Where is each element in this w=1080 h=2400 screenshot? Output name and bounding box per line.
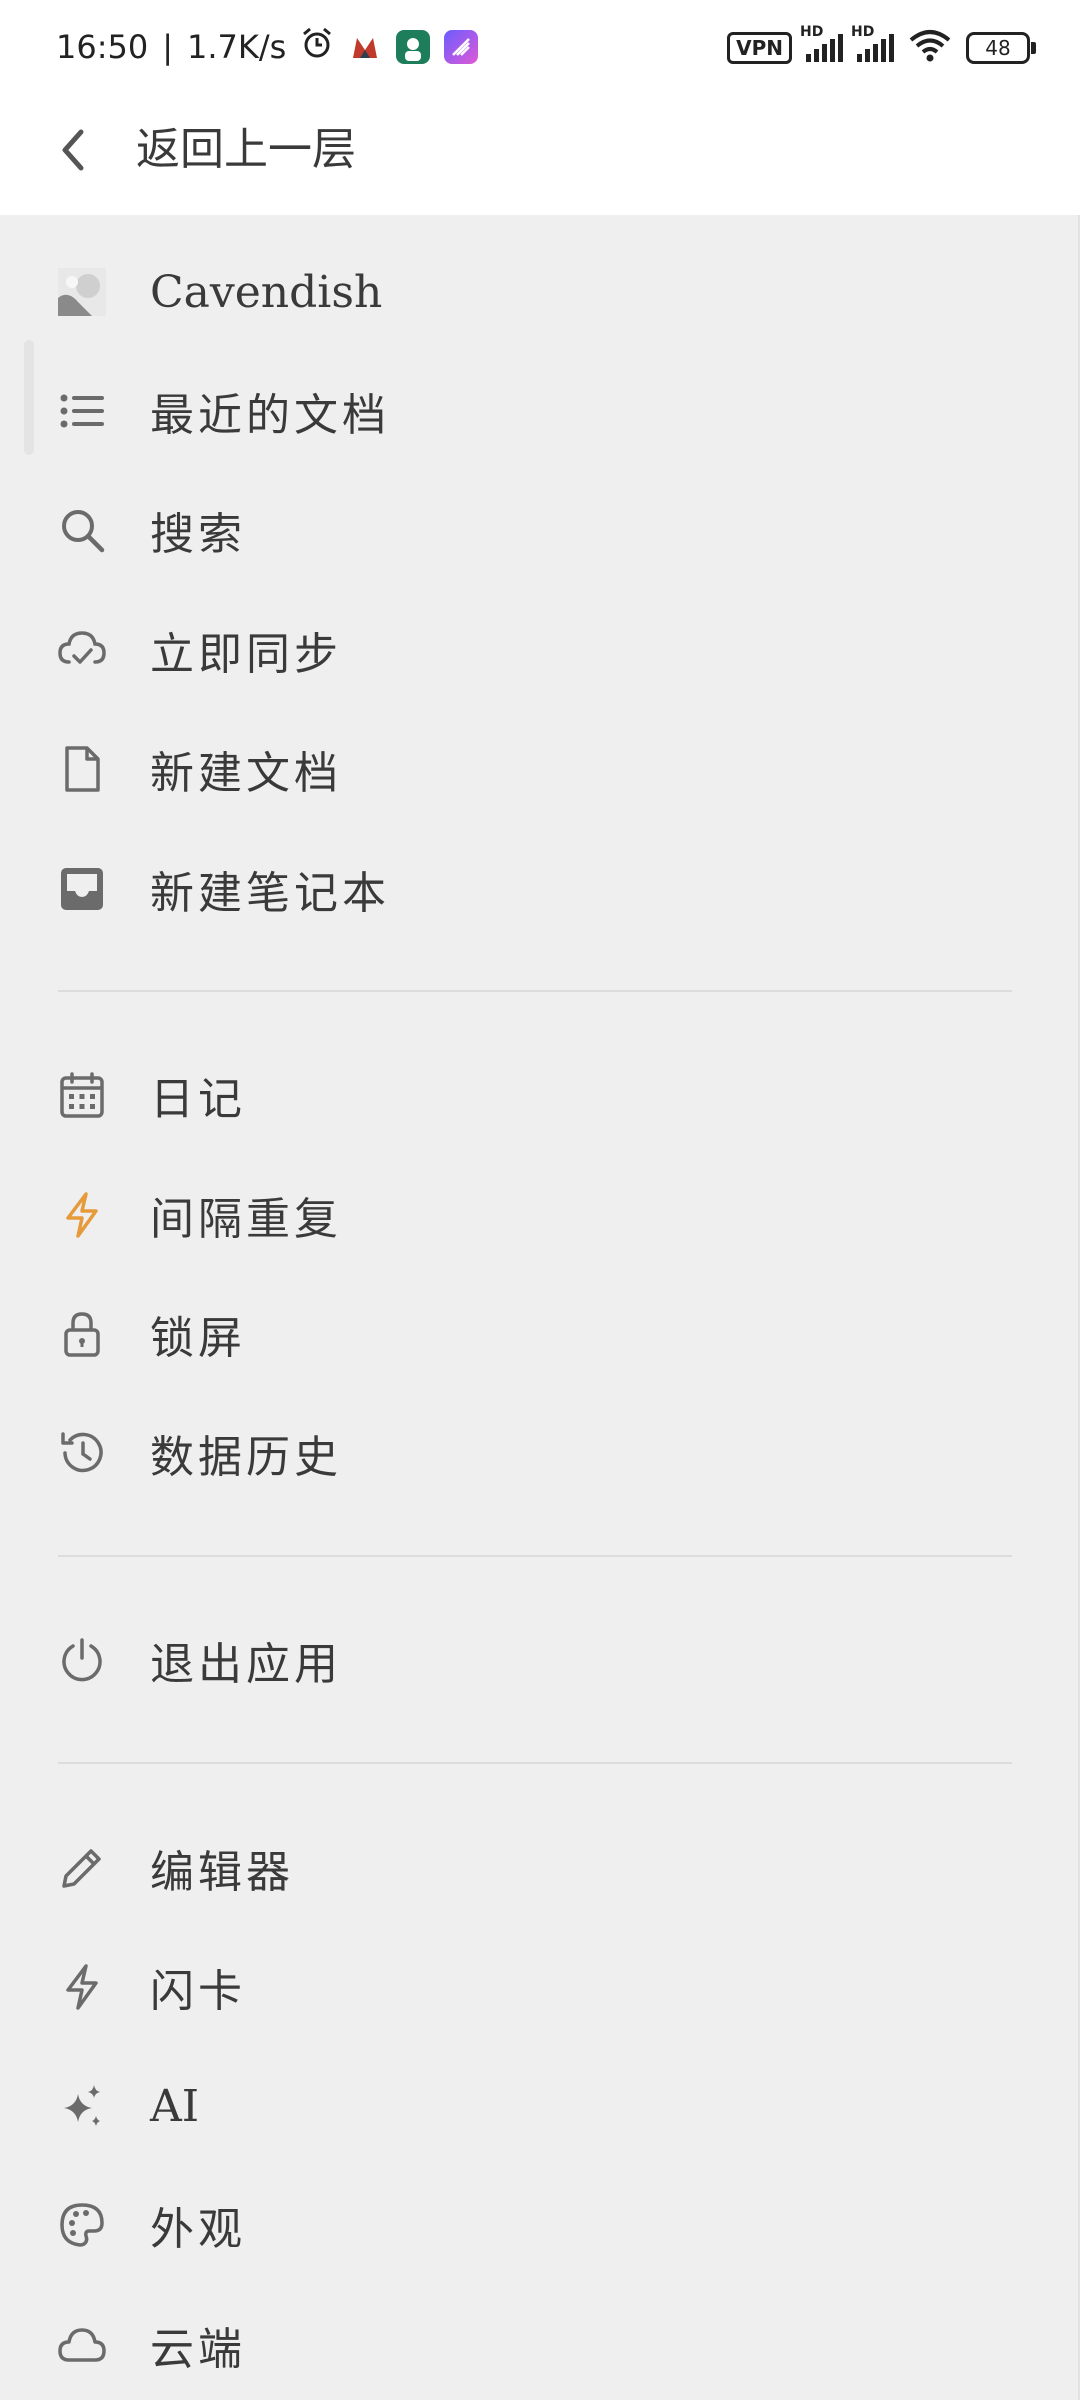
palette-icon xyxy=(56,2199,108,2251)
menu-label: 最近的文档 xyxy=(150,390,390,441)
list-icon xyxy=(56,385,108,437)
menu-divider xyxy=(58,1762,1012,1764)
menu-label: 编辑器 xyxy=(150,1847,294,1898)
calendar-icon xyxy=(56,1069,108,1121)
wifi-icon xyxy=(908,28,952,68)
menu-label: AI xyxy=(150,2080,200,2132)
menu-item-new-notebook[interactable]: 新建笔记本 xyxy=(0,834,1080,944)
menu-label: 日记 xyxy=(150,1074,246,1125)
vpn-badge: VPN xyxy=(727,32,792,64)
menu-label: 锁屏 xyxy=(150,1313,246,1364)
menu-label: 间隔重复 xyxy=(150,1194,342,1245)
status-bar: 16:50 | 1.7K/s VPN HD HD 48 xyxy=(0,0,1080,100)
app-notification-icon-2 xyxy=(396,30,431,64)
page-title[interactable]: 返回上一层 xyxy=(136,120,356,180)
lock-icon xyxy=(56,1308,108,1360)
status-separator: | xyxy=(162,28,173,66)
bolt-icon xyxy=(56,1961,108,2013)
account-name: Cavendish xyxy=(150,266,383,318)
menu-item-ai[interactable]: AI xyxy=(0,2051,1080,2161)
menu-item-search[interactable]: 搜索 xyxy=(0,475,1080,585)
menu-item-sync-now[interactable]: 立即同步 xyxy=(0,595,1080,705)
hd-label-1: HD xyxy=(800,24,824,40)
hd-label-2: HD xyxy=(851,24,875,40)
menu-label: 新建笔记本 xyxy=(150,868,390,919)
cloud-icon xyxy=(56,2319,108,2371)
menu-item-new-doc[interactable]: 新建文档 xyxy=(0,714,1080,824)
search-icon xyxy=(56,504,108,556)
menu-label: 新建文档 xyxy=(150,748,342,799)
menu-divider xyxy=(58,1555,1012,1557)
menu-label: 立即同步 xyxy=(150,629,342,680)
menu-label: 退出应用 xyxy=(150,1639,342,1690)
menu-label: 闪卡 xyxy=(150,1966,246,2017)
menu-item-data-history[interactable]: 数据历史 xyxy=(0,1398,1080,1508)
pencil-icon xyxy=(56,1842,108,1894)
menu-item-lock-screen[interactable]: 锁屏 xyxy=(0,1279,1080,1389)
status-right: VPN HD HD 48 xyxy=(727,24,1036,68)
menu-item-cloud[interactable]: 云端 xyxy=(0,2290,1080,2400)
menu-label: 数据历史 xyxy=(150,1432,342,1483)
status-net-speed: 1.7K/s xyxy=(187,28,287,66)
chevron-left-icon[interactable] xyxy=(44,120,104,180)
app-notification-icon-1 xyxy=(348,30,383,64)
header-bar: 返回上一层 xyxy=(0,100,1080,215)
signal-icon-1: HD xyxy=(800,24,843,62)
battery-level: 48 xyxy=(985,36,1011,60)
battery-icon: 48 xyxy=(966,32,1036,64)
menu-item-flashcards[interactable]: 闪卡 xyxy=(0,1932,1080,2042)
alarm-icon xyxy=(300,26,334,68)
menu-item-spaced-repetition[interactable]: 间隔重复 xyxy=(0,1160,1080,1270)
menu-item-editor[interactable]: 编辑器 xyxy=(0,1813,1080,1923)
menu-item-diary[interactable]: 日记 xyxy=(0,1040,1080,1150)
menu-item-account[interactable]: Cavendish xyxy=(0,237,1080,347)
inbox-icon xyxy=(56,863,108,915)
signal-icon-2: HD xyxy=(851,24,894,62)
status-left: 16:50 | 1.7K/s xyxy=(56,26,479,68)
menu-label: 搜索 xyxy=(150,509,246,560)
status-time: 16:50 xyxy=(56,28,149,66)
menu-label: 云端 xyxy=(150,2324,246,2375)
sparkles-icon xyxy=(56,2080,108,2132)
menu-item-recent-docs[interactable]: 最近的文档 xyxy=(0,356,1080,466)
app-notification-icon-3 xyxy=(444,30,479,64)
power-icon xyxy=(56,1634,108,1686)
menu-divider xyxy=(58,990,1012,992)
history-icon xyxy=(56,1427,108,1479)
cloud-sync-icon xyxy=(56,624,108,676)
avatar xyxy=(56,266,108,318)
menu-item-appearance[interactable]: 外观 xyxy=(0,2170,1080,2280)
menu-label: 外观 xyxy=(150,2204,246,2255)
menu-item-quit-app[interactable]: 退出应用 xyxy=(0,1605,1080,1715)
file-icon xyxy=(56,743,108,795)
bolt-icon xyxy=(56,1189,108,1241)
